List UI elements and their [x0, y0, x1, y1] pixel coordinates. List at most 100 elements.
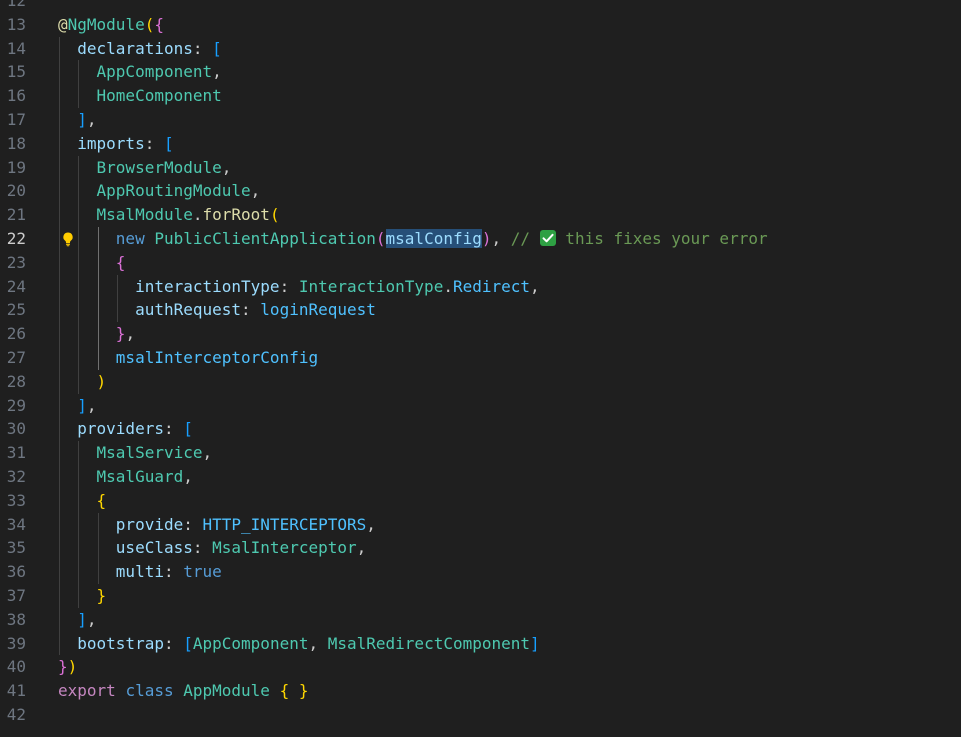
- code-line[interactable]: 32 MsalGuard,: [0, 465, 961, 489]
- code-line[interactable]: 26 },: [0, 322, 961, 346]
- code-token: ,: [212, 62, 222, 82]
- code-line[interactable]: 34 provide: HTTP_INTERCEPTORS,: [0, 512, 961, 537]
- code-line[interactable]: 28 ): [0, 369, 961, 394]
- code-line[interactable]: 35 useClass: MsalInterceptor,: [0, 536, 961, 561]
- indent-guide: [59, 607, 60, 632]
- code-token: :: [163, 562, 184, 582]
- code-line[interactable]: 36 multi: true: [0, 560, 961, 584]
- code-line[interactable]: 41 export class AppModule { }: [0, 679, 961, 703]
- code-token: ,: [530, 276, 540, 296]
- code-line[interactable]: 29 ],: [0, 393, 961, 418]
- code-token: ,: [202, 443, 213, 463]
- code-line[interactable]: 17 ],: [0, 108, 961, 132]
- code-line[interactable]: 12: [0, 0, 961, 13]
- indent-guide: [78, 465, 80, 489]
- code-token: {: [154, 14, 164, 34]
- code-line[interactable]: 15 AppComponent,: [0, 60, 961, 85]
- code-text: {: [58, 251, 126, 275]
- indent-guide: [59, 274, 60, 299]
- code-token: NgModule: [67, 14, 145, 34]
- code-line[interactable]: 24 interactionType: InteractionType.Redi…: [0, 274, 961, 299]
- code-text: MsalModule.forRoot(: [58, 203, 280, 227]
- code-line[interactable]: 38 ],: [0, 607, 961, 632]
- code-line[interactable]: 19 BrowserModule,: [0, 155, 961, 180]
- code-token: this fixes your error: [555, 229, 768, 248]
- code-line[interactable]: 39 bootstrap: [AppComponent, MsalRedirec…: [0, 631, 961, 656]
- code-token: ,: [86, 609, 97, 629]
- code-line[interactable]: 14 declarations: [: [0, 36, 961, 61]
- code-line[interactable]: 22 new PublicClientApplication(msalConfi…: [0, 227, 961, 251]
- indent-guide: [59, 346, 60, 370]
- indent-guide: [78, 441, 80, 465]
- code-line[interactable]: 23 {: [0, 250, 961, 275]
- code-token: :: [183, 514, 203, 534]
- code-token: export: [58, 681, 126, 701]
- code-editor[interactable]: 12 13 @NgModule({14 declarations: [15 AppC…: [0, 0, 961, 737]
- code-line[interactable]: 20 AppRoutingModule,: [0, 179, 961, 204]
- code-token: authRequest: [135, 300, 242, 320]
- code-text: declarations: [: [58, 37, 222, 61]
- code-token: ,: [125, 324, 136, 344]
- indent-guide: [78, 155, 80, 180]
- code-line[interactable]: 16 HomeComponent: [0, 84, 961, 108]
- code-token: multi: [115, 562, 164, 582]
- code-text: }: [58, 584, 107, 608]
- line-number: 25: [6, 300, 26, 320]
- indent-guide: [59, 84, 60, 108]
- code-token: ,: [366, 514, 376, 534]
- code-token: loginRequest: [260, 300, 376, 320]
- indent-guide: [97, 512, 99, 537]
- code-line[interactable]: 21 MsalModule.forRoot(: [0, 203, 961, 227]
- code-token: ,: [308, 633, 328, 653]
- code-token: [: [183, 419, 193, 439]
- code-token: ): [96, 371, 107, 391]
- lightbulb-icon[interactable]: [60, 231, 76, 247]
- code-token: :: [279, 276, 299, 296]
- code-token: useClass: [115, 538, 193, 558]
- indent-guide: [59, 108, 60, 132]
- indent-guide: [59, 441, 60, 465]
- code-line[interactable]: 37 }: [0, 584, 961, 608]
- code-line[interactable]: 13 @NgModule({: [0, 13, 961, 37]
- indent-guide: [59, 536, 60, 561]
- code-line[interactable]: 40}): [0, 655, 961, 679]
- line-number: 13: [6, 14, 26, 34]
- indent-guide: [78, 512, 80, 537]
- code-token: imports: [77, 133, 145, 153]
- code-token: AppComponent: [96, 62, 213, 82]
- code-token: AppComponent: [192, 633, 309, 653]
- code-line[interactable]: 42: [0, 703, 961, 727]
- code-token: new: [115, 229, 155, 248]
- code-line[interactable]: 18 imports: [: [0, 131, 961, 156]
- line-number: 32: [6, 467, 26, 486]
- indent-guide: [97, 274, 99, 299]
- code-token: (: [144, 14, 155, 34]
- code-line[interactable]: 27 msalInterceptorConfig: [0, 346, 961, 370]
- code-line[interactable]: 31 MsalService,: [0, 441, 961, 465]
- code-token: MsalModule: [96, 205, 193, 225]
- line-number: 39: [6, 633, 26, 653]
- indent-guide: [59, 512, 60, 537]
- line-number: 29: [6, 395, 26, 415]
- code-token: declarations: [77, 38, 193, 58]
- code-line[interactable]: 30 providers: [: [0, 417, 961, 442]
- code-line[interactable]: 33 {: [0, 488, 961, 513]
- code-line[interactable]: 25 authRequest: loginRequest: [0, 298, 961, 323]
- line-number: 14: [6, 38, 26, 58]
- code-token: ,: [86, 110, 97, 129]
- line-number: 28: [6, 371, 26, 391]
- line-number: 38: [6, 609, 26, 629]
- code-token: Redirect: [452, 276, 531, 296]
- code-token: HTTP_INTERCEPTORS: [202, 514, 367, 534]
- code-token: MsalRedirectComponent: [327, 633, 531, 653]
- code-text: imports: [: [58, 132, 173, 156]
